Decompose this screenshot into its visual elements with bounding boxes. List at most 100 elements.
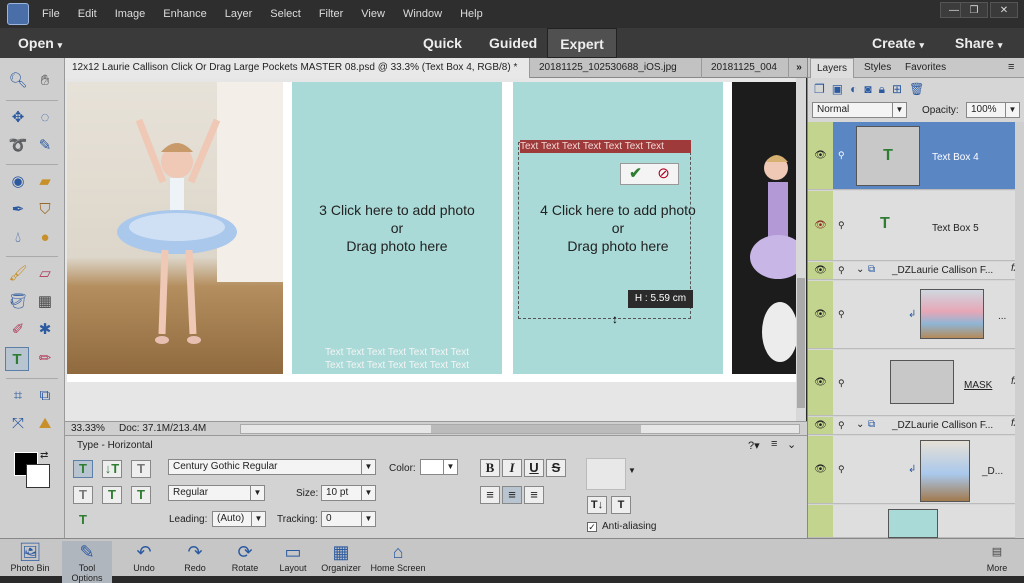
layer-row-selected[interactable]: 👁︎ ⚲ T Text Box 4: [808, 122, 1024, 190]
link-icon[interactable]: ⚲: [838, 265, 845, 276]
layer-group-row[interactable]: 👁︎ ⚲ ⌄ ⧉ _DZLaurie Callison F... fx: [808, 262, 1024, 280]
scroll-thumb[interactable]: [431, 425, 641, 433]
warp-text-icon[interactable]: T↓: [587, 496, 607, 514]
font-size-select[interactable]: 10 pt ▼: [321, 485, 376, 501]
layer-name[interactable]: Text Box 4: [932, 152, 979, 163]
commit-check-icon[interactable]: ✔: [623, 165, 648, 183]
brush-tool-icon[interactable]: 🖌︎: [6, 262, 30, 286]
visibility-hidden-icon[interactable]: 👁︎: [808, 191, 833, 260]
spot-healing-icon[interactable]: ▰: [33, 170, 57, 194]
paint-bucket-icon[interactable]: 🪣︎: [6, 290, 30, 314]
share-button[interactable]: Share ▾: [955, 28, 1002, 58]
type-on-path-icon[interactable]: T: [73, 512, 93, 530]
visibility-eye-icon[interactable]: 👁︎: [808, 350, 833, 415]
type-mask-vertical-icon[interactable]: T: [73, 486, 93, 504]
layer-name[interactable]: _D...: [982, 466, 1003, 477]
link-icon[interactable]: ⚲: [838, 420, 845, 431]
undo-button[interactable]: ↶ Undo: [119, 541, 169, 573]
type-on-shape-icon[interactable]: T: [131, 486, 151, 504]
selected-text-line[interactable]: Text Text Text Text Text Text Text: [520, 140, 691, 153]
eye-tool-icon[interactable]: ◉: [6, 170, 30, 194]
opacity-select[interactable]: 100% ▼: [966, 102, 1020, 118]
photo-bin-button[interactable]: 🖼︎ Photo Bin: [5, 541, 55, 573]
visibility-eye-icon[interactable]: 👁︎: [808, 281, 833, 348]
visibility-eye-icon[interactable]: 👁︎: [808, 262, 833, 279]
font-style-select[interactable]: Regular ▼: [168, 485, 265, 501]
align-left-icon[interactable]: ≡: [480, 486, 500, 504]
menu-image[interactable]: Image: [106, 0, 155, 28]
tab-document[interactable]: 20181125_102530688_iOS.jpg: [532, 58, 702, 78]
eraser-tool-icon[interactable]: ▱: [33, 262, 57, 286]
type-vertical-icon[interactable]: ↓T: [102, 460, 122, 478]
straighten-tool-icon[interactable]: ⤧: [6, 412, 30, 436]
align-center-icon[interactable]: ≡: [502, 486, 522, 504]
photo-ballerina-2[interactable]: [732, 82, 806, 374]
antialias-checkbox[interactable]: ✓: [587, 522, 597, 532]
panel-menu-icon[interactable]: ≡: [1008, 61, 1014, 73]
type-on-selection-icon[interactable]: T: [102, 486, 122, 504]
layer-row[interactable]: 👁︎ ⚲ ↲ _D...: [808, 436, 1024, 504]
vertical-scrollbar[interactable]: [796, 78, 806, 421]
rotate-button[interactable]: ⟳ Rotate: [220, 541, 270, 573]
link-icon[interactable]: ⚲: [838, 464, 845, 475]
more-button[interactable]: ▤ More: [972, 541, 1022, 573]
layer-name[interactable]: _DZLaurie Callison F...: [892, 265, 993, 276]
layer-group-row[interactable]: 👁︎ ⚲ ⌄ ⧉ _DZLaurie Callison F... fx: [808, 417, 1024, 435]
scroll-thumb[interactable]: [797, 278, 805, 408]
clone-stamp-icon[interactable]: ⛉: [33, 198, 57, 222]
content-aware-move-icon[interactable]: ⛰: [33, 412, 57, 436]
tracking-select[interactable]: 0 ▼: [321, 511, 376, 527]
group-chevron-icon[interactable]: ⌄: [856, 264, 864, 275]
photo-ballerina[interactable]: [67, 82, 283, 374]
tab-document-active[interactable]: 12x12 Laurie Callison Click Or Drag Larg…: [65, 58, 530, 78]
marquee-tool-icon[interactable]: ◌: [33, 106, 57, 130]
menu-file[interactable]: File: [33, 0, 69, 28]
menu-help[interactable]: Help: [451, 0, 492, 28]
tab-favorites[interactable]: Favorites: [899, 58, 952, 78]
custom-shape-tool-icon[interactable]: ✱: [33, 318, 57, 342]
move-tool-icon[interactable]: ✥: [6, 106, 30, 130]
type-horizontal-icon[interactable]: T: [73, 460, 93, 478]
layer-row[interactable]: 👁︎ ⚲ T Text Box 5: [808, 191, 1024, 261]
menu-layer[interactable]: Layer: [216, 0, 262, 28]
menu-view[interactable]: View: [352, 0, 394, 28]
horizontal-scrollbar[interactable]: [240, 424, 800, 434]
layer-row[interactable]: [808, 505, 1024, 538]
collapse-chevron-icon[interactable]: ⌄: [787, 438, 796, 451]
zoom-tool-icon[interactable]: 🔍︎: [6, 69, 30, 93]
link-icon[interactable]: ⚲: [838, 309, 845, 320]
cancel-icon[interactable]: ⊘: [651, 165, 676, 183]
blur-tool-icon[interactable]: 💧︎: [6, 226, 30, 250]
pencil-tool-icon[interactable]: ✏︎: [33, 347, 57, 371]
tab-layers[interactable]: Layers: [810, 58, 855, 78]
lock-all-icon[interactable]: ⊞: [892, 82, 909, 96]
menu-window[interactable]: Window: [394, 0, 451, 28]
maximize-button[interactable]: ❐: [960, 2, 988, 18]
type-mask-horizontal-icon[interactable]: T: [131, 460, 151, 478]
background-color-swatch[interactable]: [26, 464, 50, 488]
link-icon[interactable]: ⚲: [838, 378, 845, 389]
layer-name[interactable]: Text Box 5: [932, 223, 979, 234]
close-button[interactable]: ✕: [990, 2, 1018, 18]
mode-guided[interactable]: Guided: [489, 28, 537, 58]
layout-button[interactable]: ▭ Layout: [268, 541, 318, 573]
zoom-level[interactable]: 33.33%: [71, 423, 105, 434]
type-tool-icon[interactable]: T: [5, 347, 29, 371]
link-icon[interactable]: ⚲: [838, 220, 845, 231]
chevron-down-icon[interactable]: ▼: [628, 466, 636, 475]
mode-expert[interactable]: Expert: [547, 28, 617, 58]
blend-mode-select[interactable]: Normal ▼: [812, 102, 907, 118]
change-orientation-icon[interactable]: T: [611, 496, 631, 514]
photo-placeholder-3[interactable]: 3 Click here to add photo or Drag photo …: [292, 82, 502, 374]
strikethrough-button[interactable]: S: [546, 459, 566, 477]
tab-document[interactable]: 20181125_004: [704, 58, 789, 78]
add-mask-icon[interactable]: ◙: [864, 82, 878, 96]
new-layer-icon[interactable]: ❐: [814, 82, 832, 96]
group-chevron-icon[interactable]: ⌄: [856, 419, 864, 430]
lasso-tool-icon[interactable]: ➰: [6, 134, 30, 158]
layer-row[interactable]: 👁︎ ⚲ MASK fx: [808, 350, 1024, 416]
visibility-eye-icon[interactable]: [808, 505, 833, 537]
open-button[interactable]: Open ▾: [18, 28, 62, 58]
swap-colors-icon[interactable]: ⇄: [40, 450, 48, 461]
eyedropper-tool-icon[interactable]: ✐: [6, 318, 30, 342]
